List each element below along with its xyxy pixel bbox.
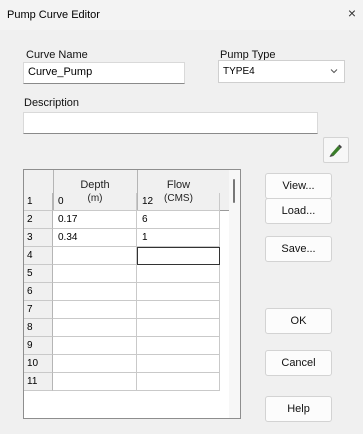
pencil-edit-icon: [329, 144, 342, 157]
flow-cell[interactable]: 12: [137, 193, 220, 211]
row-number: 10: [24, 355, 53, 373]
pump-curve-grid[interactable]: Depth (m) Flow (CMS) 1 0 12 2 0.17 6 3 0…: [23, 169, 241, 419]
flow-cell[interactable]: 1: [137, 229, 220, 247]
flow-cell[interactable]: [137, 265, 220, 283]
depth-cell[interactable]: [53, 319, 137, 337]
column-header-depth-name: Depth: [80, 179, 110, 191]
flow-cell[interactable]: [137, 301, 220, 319]
row-number: 1: [24, 193, 53, 211]
depth-cell[interactable]: [53, 301, 137, 319]
table-row: 5: [24, 265, 240, 283]
row-number: 2: [24, 211, 53, 229]
flow-cell[interactable]: [137, 283, 220, 301]
window-title: Pump Curve Editor: [7, 9, 100, 21]
title-bar: Pump Curve Editor ×: [0, 0, 363, 30]
description-label: Description: [24, 97, 80, 109]
flow-cell[interactable]: [137, 355, 220, 373]
scrollbar-thumb[interactable]: [233, 179, 235, 203]
curve-name-value: Curve_Pump: [28, 66, 93, 78]
row-number: 5: [24, 265, 53, 283]
table-row: 4: [24, 247, 240, 265]
row-number: 9: [24, 337, 53, 355]
row-number: 8: [24, 319, 53, 337]
flow-cell[interactable]: [137, 319, 220, 337]
load-button[interactable]: Load...: [265, 198, 332, 224]
chevron-down-icon: [330, 69, 338, 74]
edit-description-button[interactable]: [323, 137, 349, 163]
row-number: 6: [24, 283, 53, 301]
depth-cell[interactable]: 0.17: [53, 211, 137, 229]
table-row: 3 0.34 1: [24, 229, 240, 247]
grid-vertical-scrollbar[interactable]: [229, 170, 240, 418]
close-icon[interactable]: ×: [345, 5, 359, 21]
row-number: 11: [24, 373, 53, 391]
table-row: 11: [24, 373, 240, 391]
depth-cell[interactable]: [53, 283, 137, 301]
save-button[interactable]: Save...: [265, 236, 332, 262]
depth-cell[interactable]: [53, 265, 137, 283]
curve-name-label: Curve Name: [26, 49, 88, 61]
depth-cell[interactable]: 0: [53, 193, 137, 211]
table-row: 10: [24, 355, 240, 373]
description-input[interactable]: [23, 112, 318, 134]
ok-button[interactable]: OK: [265, 308, 332, 334]
cancel-button[interactable]: Cancel: [265, 350, 332, 376]
help-button[interactable]: Help: [265, 396, 332, 422]
table-row: 7: [24, 301, 240, 319]
pump-type-value: TYPE4: [223, 66, 255, 77]
depth-cell[interactable]: [53, 337, 137, 355]
table-row: 9: [24, 337, 240, 355]
depth-cell[interactable]: [53, 355, 137, 373]
table-row: 8: [24, 319, 240, 337]
flow-cell[interactable]: 6: [137, 211, 220, 229]
view-button[interactable]: View...: [265, 173, 332, 199]
pump-type-select[interactable]: TYPE4: [218, 60, 345, 83]
table-row: 6: [24, 283, 240, 301]
flow-cell[interactable]: [137, 337, 220, 355]
depth-cell[interactable]: 0.34: [53, 229, 137, 247]
curve-name-input[interactable]: Curve_Pump: [23, 62, 185, 84]
table-row: 2 0.17 6: [24, 211, 240, 229]
depth-cell[interactable]: [53, 247, 137, 265]
row-number: 7: [24, 301, 53, 319]
column-header-flow-name: Flow: [166, 179, 191, 191]
depth-cell[interactable]: [53, 373, 137, 391]
row-number: 3: [24, 229, 53, 247]
active-flow-cell[interactable]: [137, 247, 220, 265]
flow-cell[interactable]: [137, 373, 220, 391]
row-number: 4: [24, 247, 53, 265]
table-row: 1 0 12: [24, 193, 240, 211]
